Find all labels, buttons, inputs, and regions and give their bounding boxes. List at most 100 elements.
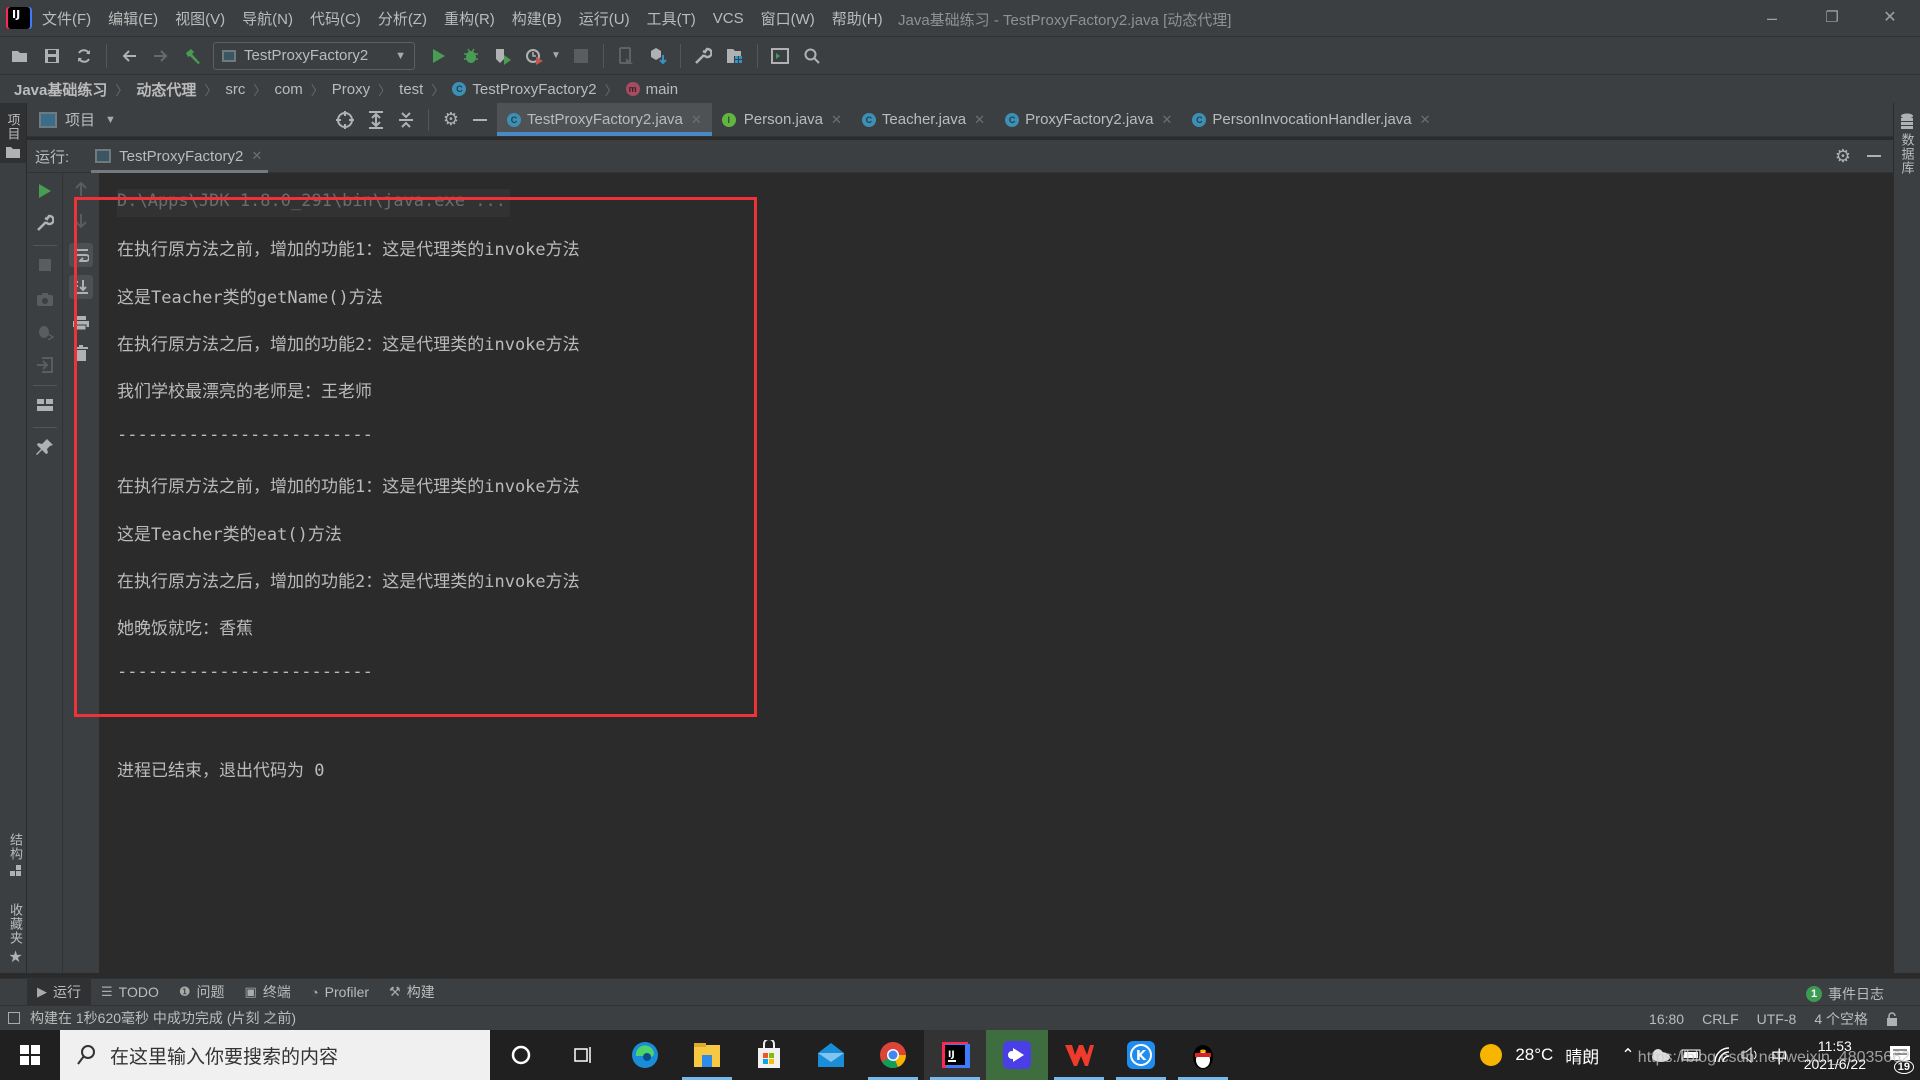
favorites-tool-button[interactable]: 收藏夹 ★ [6, 903, 25, 967]
close-tab-icon[interactable]: ✕ [831, 112, 842, 128]
show-hidden-icons-chevron-icon[interactable]: ⌃ [1621, 1045, 1634, 1065]
gear-icon[interactable]: ⚙ [1835, 146, 1851, 167]
device-icon[interactable] [614, 44, 638, 68]
taskbar-app-kugou[interactable]: K [1110, 1030, 1172, 1080]
taskbar-app-mail[interactable] [800, 1030, 862, 1080]
taskbar-app-wps[interactable] [1048, 1030, 1110, 1080]
taskbar-app-chrome[interactable] [862, 1030, 924, 1080]
settings-wrench-icon[interactable] [691, 44, 715, 68]
breadcrumb-com[interactable]: com [274, 81, 302, 98]
menu-tools[interactable]: 工具(T) [647, 8, 696, 29]
terminal-window-icon[interactable] [768, 44, 792, 68]
debug-attach-icon[interactable] [33, 319, 57, 343]
rerun-icon[interactable] [33, 179, 57, 203]
hide-panel-icon[interactable] [473, 118, 487, 121]
stop-icon[interactable] [569, 44, 593, 68]
hide-panel-icon[interactable] [1867, 155, 1881, 157]
back-icon[interactable] [117, 44, 141, 68]
collapse-all-icon[interactable] [398, 111, 414, 129]
tool-tab-run[interactable]: ▶ 运行 [27, 978, 91, 1006]
soft-wrap-icon[interactable] [69, 243, 93, 267]
run-tab[interactable]: TestProxyFactory2 ✕ [91, 140, 269, 173]
scroll-to-end-icon[interactable] [69, 275, 93, 299]
tool-tab-build[interactable]: ⚒ 构建 [379, 979, 445, 1006]
chevron-down-icon[interactable]: ▼ [105, 114, 116, 126]
print-icon[interactable] [69, 311, 93, 335]
up-arrow-icon[interactable] [69, 177, 93, 201]
taskbar-app-video-player[interactable] [986, 1030, 1048, 1080]
menu-run[interactable]: 运行(U) [579, 8, 630, 29]
close-tab-icon[interactable]: ✕ [1420, 112, 1431, 128]
coverage-icon[interactable] [491, 44, 515, 68]
menu-navigate[interactable]: 导航(N) [242, 8, 293, 29]
trash-icon[interactable] [69, 341, 93, 365]
build-hammer-icon[interactable] [181, 44, 205, 68]
breadcrumb-src[interactable]: src [225, 81, 245, 98]
menu-help[interactable]: 帮助(H) [832, 8, 883, 29]
toggle-tool-windows-icon[interactable] [8, 1012, 20, 1024]
cortana-button[interactable] [490, 1030, 552, 1080]
menu-file[interactable]: 文件(F) [42, 8, 91, 29]
tab-personinvocationhandler[interactable]: C PersonInvocationHandler.java ✕ [1182, 103, 1440, 136]
tab-teacher[interactable]: C Teacher.java ✕ [852, 103, 995, 136]
close-tab-icon[interactable]: ✕ [974, 112, 985, 128]
menu-refactor[interactable]: 重构(R) [444, 8, 495, 29]
minimize-button[interactable]: – [1752, 5, 1792, 31]
database-tool-button[interactable]: 数据库 [1894, 103, 1920, 175]
tab-person[interactable]: I Person.java ✕ [712, 103, 852, 136]
cursor-position[interactable]: 16:80 [1649, 1011, 1684, 1027]
pin-icon[interactable] [33, 435, 57, 459]
indent-setting[interactable]: 4 个空格 [1814, 1009, 1868, 1029]
windows-start-button[interactable] [0, 1030, 60, 1080]
console-output[interactable]: D:\Apps\JDK 1.8.0_291\bin\java.exe ... 在… [99, 173, 1893, 973]
menu-view[interactable]: 视图(V) [175, 8, 225, 29]
breadcrumb-method[interactable]: main [646, 81, 679, 98]
profile-dropdown-icon[interactable]: ▼ [551, 50, 561, 61]
run-icon[interactable] [427, 44, 451, 68]
menu-code[interactable]: 代码(C) [310, 8, 361, 29]
project-structure-icon[interactable] [723, 44, 747, 68]
debug-icon[interactable] [459, 44, 483, 68]
taskbar-app-edge[interactable] [614, 1030, 676, 1080]
project-tool-button[interactable]: 项目 [0, 103, 26, 163]
gear-icon[interactable]: ⚙ [443, 109, 459, 130]
taskbar-app-intellij[interactable]: IJ [924, 1030, 986, 1080]
forward-icon[interactable] [149, 44, 173, 68]
menu-window[interactable]: 窗口(W) [761, 8, 815, 29]
locate-file-icon[interactable] [335, 110, 354, 129]
breadcrumb-test[interactable]: test [399, 81, 423, 98]
tool-tab-profiler[interactable]: ◔ Profiler [301, 979, 379, 1006]
menu-vcs[interactable]: VCS [713, 10, 744, 27]
breadcrumb-class[interactable]: TestProxyFactory2 [472, 81, 596, 98]
tab-proxyfactory2[interactable]: C ProxyFactory2.java ✕ [995, 103, 1182, 136]
tool-tab-todo[interactable]: ☰ TODO [91, 979, 169, 1006]
open-folder-icon[interactable] [8, 44, 32, 68]
expand-all-icon[interactable] [368, 110, 384, 129]
restore-button[interactable]: ❐ [1812, 5, 1852, 31]
tool-tab-terminal[interactable]: ▣ 终端 [235, 979, 301, 1006]
sync-icon[interactable] [72, 44, 96, 68]
down-arrow-icon[interactable] [69, 209, 93, 233]
file-encoding[interactable]: UTF-8 [1757, 1011, 1797, 1027]
taskbar-app-qq[interactable] [1172, 1030, 1234, 1080]
run-configuration-select[interactable]: TestProxyFactory2 ▼ [213, 41, 415, 70]
weather-condition[interactable]: 晴朗 [1565, 1043, 1599, 1068]
sdk-manager-icon[interactable] [646, 44, 670, 68]
taskbar-search-input[interactable]: 在这里输入你要搜索的内容 [60, 1030, 490, 1080]
close-tab-icon[interactable]: ✕ [691, 112, 702, 128]
line-ending[interactable]: CRLF [1702, 1011, 1739, 1027]
task-view-button[interactable] [552, 1030, 614, 1080]
profile-icon[interactable] [523, 44, 547, 68]
breadcrumb-project[interactable]: Java基础练习 [14, 79, 107, 100]
weather-temperature[interactable]: 28°C [1515, 1045, 1553, 1065]
breadcrumb-proxy[interactable]: Proxy [332, 81, 370, 98]
menu-edit[interactable]: 编辑(E) [108, 8, 158, 29]
close-tab-icon[interactable]: ✕ [251, 148, 262, 164]
tool-tab-problems[interactable]: ❶ 问题 [169, 979, 235, 1006]
layout-icon[interactable] [33, 393, 57, 417]
taskbar-app-store[interactable] [738, 1030, 800, 1080]
search-icon[interactable] [800, 44, 824, 68]
breadcrumb-module[interactable]: 动态代理 [136, 79, 196, 100]
tab-testproxyfactory2[interactable]: C TestProxyFactory2.java ✕ [497, 103, 712, 136]
close-button[interactable]: ✕ [1870, 5, 1910, 31]
